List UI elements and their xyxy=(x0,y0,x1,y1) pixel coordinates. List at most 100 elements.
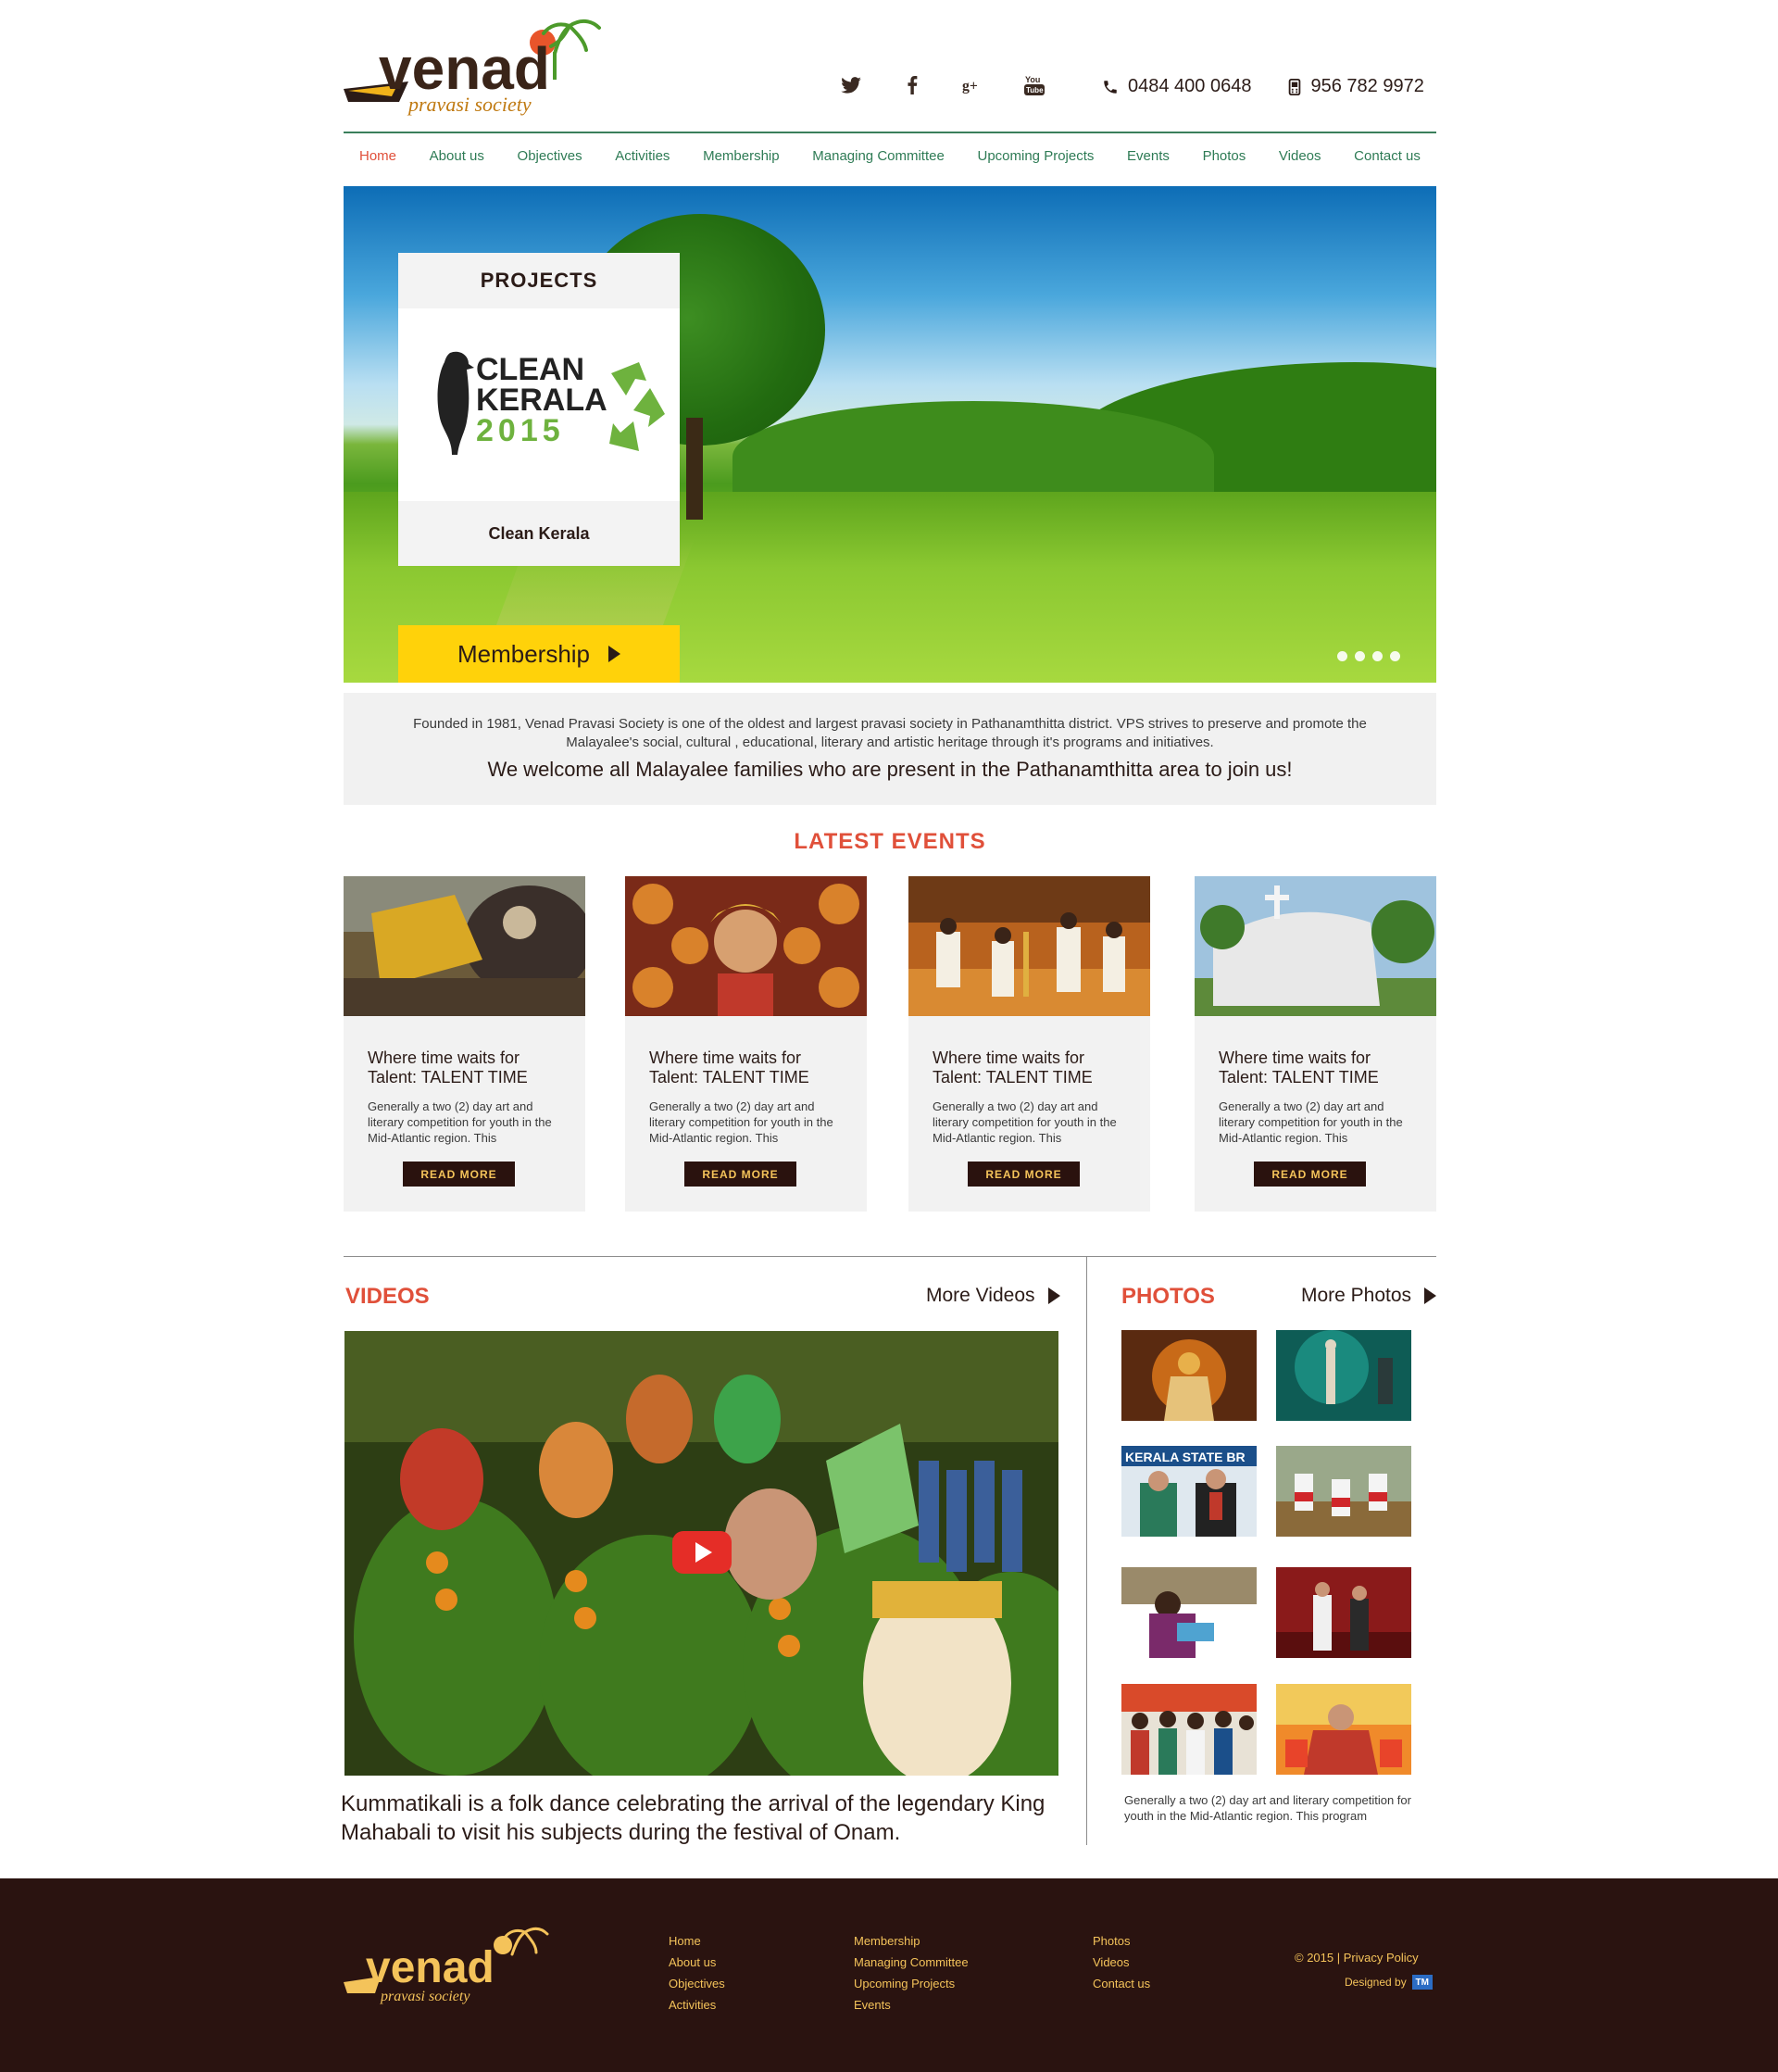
nav-upcoming-projects[interactable]: Upcoming Projects xyxy=(978,148,1095,164)
footer-designer-credit: Designed by TM xyxy=(1345,1975,1433,1990)
nav-membership[interactable]: Membership xyxy=(703,148,780,164)
footer-link-videos[interactable]: Videos xyxy=(1093,1952,1150,1973)
mobile-phone[interactable]: 956 782 9972 xyxy=(1288,76,1424,97)
designed-by-text: Designed by xyxy=(1345,1976,1407,1989)
more-photos-link[interactable]: More Photos xyxy=(1301,1285,1437,1307)
photos-heading: PHOTOS xyxy=(1121,1284,1215,1309)
nav-objectives[interactable]: Objectives xyxy=(518,148,582,164)
nav-activities[interactable]: Activities xyxy=(615,148,670,164)
slider-dot[interactable] xyxy=(1390,651,1400,661)
clean-kerala-wordmark: CLEAN KERALA 2015 xyxy=(476,354,607,446)
event-image[interactable] xyxy=(344,876,594,1016)
event-card: Where time waits for Talent: TALENT TIME… xyxy=(625,876,867,1212)
event-title: Where time waits for Talent: TALENT TIME xyxy=(1219,1049,1379,1086)
clean-kerala-logo: CLEAN KERALA 2015 xyxy=(398,308,680,501)
youtube-icon[interactable]: You Tube xyxy=(1021,72,1047,98)
footer-link-about-us[interactable]: About us xyxy=(669,1952,725,1973)
photo-thumbnail[interactable] xyxy=(1276,1330,1411,1421)
footer-link-events[interactable]: Events xyxy=(854,1994,969,2015)
copyright-text: © 2015 xyxy=(1295,1951,1334,1965)
photo-thumbnail[interactable] xyxy=(1121,1684,1257,1775)
footer-logo-wordmark: venad xyxy=(366,1943,495,1992)
twitter-icon[interactable] xyxy=(838,72,864,98)
svg-text:Tube: Tube xyxy=(1026,86,1044,94)
footer-logo[interactable]: venad pravasi society xyxy=(344,1927,557,2010)
slider-dots xyxy=(1337,651,1400,661)
read-more-button[interactable]: READ MORE xyxy=(403,1162,515,1187)
footer-link-objectives[interactable]: Objectives xyxy=(669,1973,725,1994)
event-image[interactable] xyxy=(1195,876,1436,1016)
hero-background-tree-trunk xyxy=(686,418,703,520)
landline-phone[interactable]: 0484 400 0648 xyxy=(1102,76,1251,97)
nav-photos[interactable]: Photos xyxy=(1203,148,1246,164)
video-player[interactable] xyxy=(344,1331,1058,1776)
nav-events[interactable]: Events xyxy=(1127,148,1170,164)
footer-copyright: © 2015 | Privacy Policy xyxy=(1295,1951,1419,1965)
hero-slider[interactable]: PROJECTS CLEAN KERALA 2015 Clean Kerala … xyxy=(344,186,1436,683)
footer-link-managing-committee[interactable]: Managing Committee xyxy=(854,1952,969,1973)
nav-contact-us[interactable]: Contact us xyxy=(1354,148,1421,164)
play-arrow-icon xyxy=(1424,1287,1437,1304)
event-description: Generally a two (2) day art and literary… xyxy=(1219,1099,1403,1145)
event-description: Generally a two (2) day art and literary… xyxy=(933,1099,1117,1145)
event-card: Where time waits for Talent: TALENT TIME… xyxy=(344,876,594,1212)
play-arrow-icon xyxy=(1047,1287,1060,1304)
membership-button-label: Membership xyxy=(457,639,591,668)
video-caption: Kummatikali is a folk dance celebrating … xyxy=(341,1791,1046,1845)
event-card: Where time waits for Talent: TALENT TIME… xyxy=(1195,876,1436,1212)
slider-dot[interactable] xyxy=(1337,651,1347,661)
photo-thumbnail[interactable] xyxy=(1121,1567,1257,1658)
read-more-button[interactable]: READ MORE xyxy=(968,1162,1080,1187)
footer-link-membership[interactable]: Membership xyxy=(854,1930,969,1952)
facebook-icon[interactable] xyxy=(899,72,925,98)
nav-videos[interactable]: Videos xyxy=(1279,148,1321,164)
event-description: Generally a two (2) day art and literary… xyxy=(368,1099,552,1145)
photo-thumbnail[interactable]: KERALA STATE BR xyxy=(1121,1446,1257,1537)
svg-text:g+: g+ xyxy=(962,79,978,94)
footer-links-column: Membership Managing Committee Upcoming P… xyxy=(854,1930,969,2015)
recycle-icon xyxy=(609,362,665,451)
photo-thumbnail[interactable] xyxy=(1276,1684,1411,1775)
photo-thumbnail[interactable] xyxy=(1121,1330,1257,1421)
event-image[interactable] xyxy=(908,876,1150,1016)
footer-link-home[interactable]: Home xyxy=(669,1930,725,1952)
nav-about-us[interactable]: About us xyxy=(430,148,484,164)
read-more-button[interactable]: READ MORE xyxy=(684,1162,796,1187)
privacy-policy-link[interactable]: Privacy Policy xyxy=(1344,1951,1419,1965)
footer-links-column: Home About us Objectives Activities xyxy=(669,1930,725,2015)
project-card[interactable]: PROJECTS CLEAN KERALA 2015 Clean Kerala xyxy=(398,253,680,566)
nav-managing-committee[interactable]: Managing Committee xyxy=(812,148,945,164)
slider-dot[interactable] xyxy=(1355,651,1365,661)
event-image[interactable] xyxy=(625,876,867,1016)
footer-link-activities[interactable]: Activities xyxy=(669,1994,725,2015)
logo-subtitle: pravasi society xyxy=(407,93,532,116)
more-videos-link[interactable]: More Videos xyxy=(926,1285,1060,1307)
membership-button[interactable]: Membership xyxy=(398,625,680,683)
site-logo[interactable]: venad pravasi society xyxy=(344,17,621,123)
event-title: Where time waits for Talent: TALENT TIME xyxy=(933,1049,1093,1086)
slider-dot[interactable] xyxy=(1372,651,1383,661)
photo-banner-text: KERALA STATE BR xyxy=(1125,1450,1246,1464)
more-videos-label: More Videos xyxy=(926,1285,1035,1306)
site-footer: venad pravasi society Home About us Obje… xyxy=(0,1878,1778,2072)
play-button[interactable] xyxy=(672,1531,732,1574)
footer-separator: | xyxy=(1336,1951,1344,1965)
google-plus-icon[interactable]: g+ xyxy=(960,72,986,98)
event-title: Where time waits for Talent: TALENT TIME xyxy=(368,1049,528,1086)
intro-section: Founded in 1981, Venad Pravasi Society i… xyxy=(344,693,1436,805)
footer-link-contact-us[interactable]: Contact us xyxy=(1093,1973,1150,1994)
photo-thumbnail[interactable] xyxy=(1276,1446,1411,1537)
designer-logo[interactable]: TM xyxy=(1411,1975,1433,1990)
crow-icon xyxy=(437,351,474,455)
more-photos-label: More Photos xyxy=(1301,1285,1412,1306)
footer-link-photos[interactable]: Photos xyxy=(1093,1930,1150,1952)
latest-events-heading: LATEST EVENTS xyxy=(794,829,986,854)
photos-caption: Generally a two (2) day art and literary… xyxy=(1124,1793,1411,1823)
footer-link-upcoming-projects[interactable]: Upcoming Projects xyxy=(854,1973,969,1994)
project-card-name: Clean Kerala xyxy=(488,523,590,543)
footer-logo-subtitle: pravasi society xyxy=(380,1989,470,2004)
photo-thumbnail[interactable] xyxy=(1276,1567,1411,1658)
read-more-button[interactable]: READ MORE xyxy=(1254,1162,1366,1187)
nav-home[interactable]: Home xyxy=(359,148,396,164)
header-divider xyxy=(344,132,1436,133)
